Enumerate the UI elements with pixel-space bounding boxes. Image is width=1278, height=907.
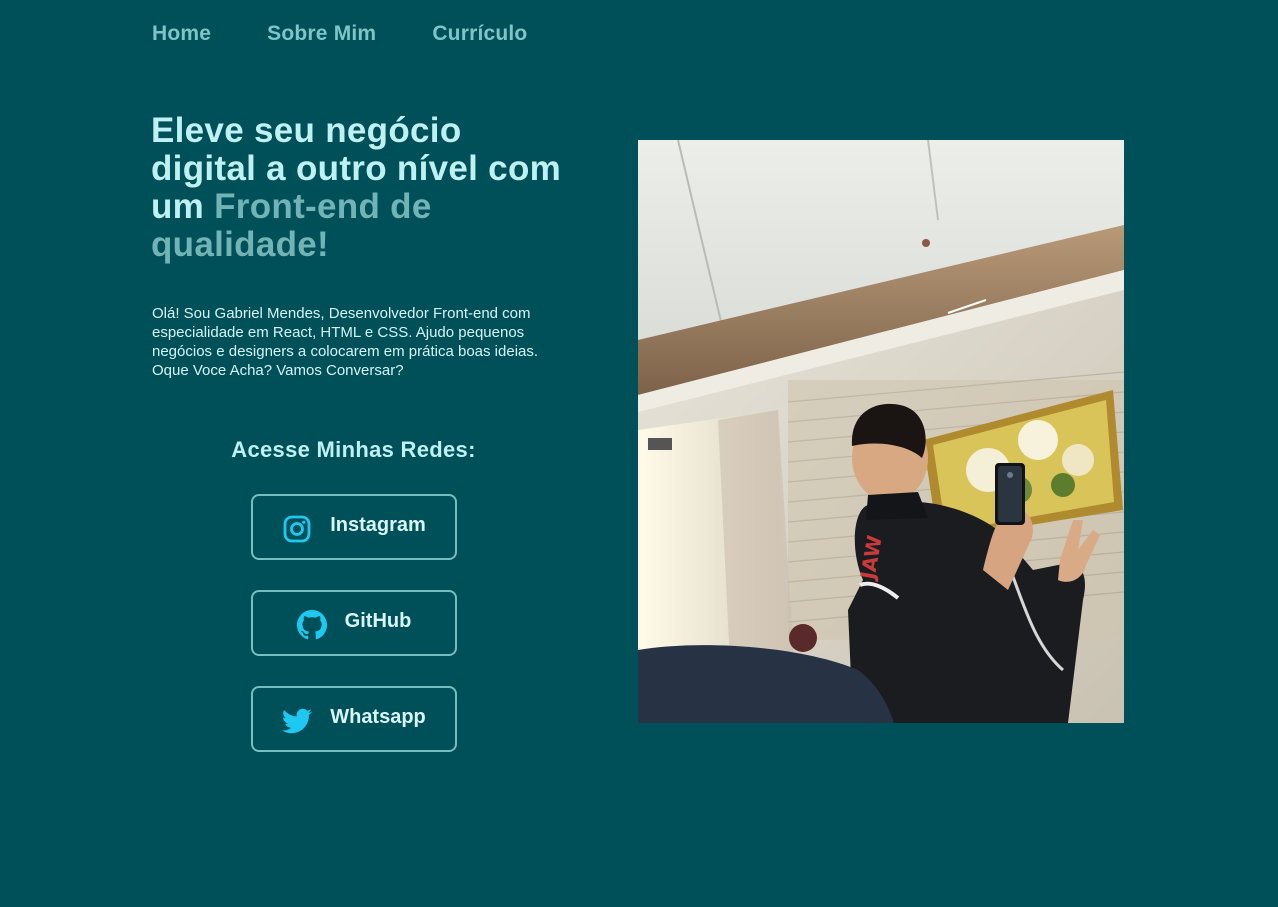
nav-home-link[interactable]: Home [152, 22, 211, 46]
intro-text: Olá! Sou Gabriel Mendes, Desenvolvedor F… [152, 305, 539, 379]
hero-title: Eleve seu negócio digital a outro nível … [151, 112, 571, 264]
socials-heading: Acesse Minhas Redes: [231, 437, 476, 462]
github-icon [296, 610, 327, 640]
instagram-icon [282, 514, 312, 544]
nav-about-link[interactable]: Sobre Mim [267, 22, 376, 46]
github-label: GitHub [344, 609, 412, 632]
nav-resume-link[interactable]: Currículo [432, 22, 527, 46]
instagram-label: Instagram [330, 513, 426, 536]
github-button[interactable]: GitHub [251, 590, 457, 656]
profile-photo: JAW [638, 140, 1124, 723]
top-nav: Home Sobre Mim Currículo [152, 22, 527, 46]
twitter-bird-icon [282, 706, 313, 736]
instagram-button[interactable]: Instagram [251, 494, 457, 560]
page: Home Sobre Mim Currículo Eleve seu negóc… [0, 0, 1278, 907]
profile-photo-illustration: JAW [638, 140, 1124, 723]
whatsapp-label: Whatsapp [330, 705, 426, 728]
whatsapp-button[interactable]: Whatsapp [251, 686, 457, 752]
